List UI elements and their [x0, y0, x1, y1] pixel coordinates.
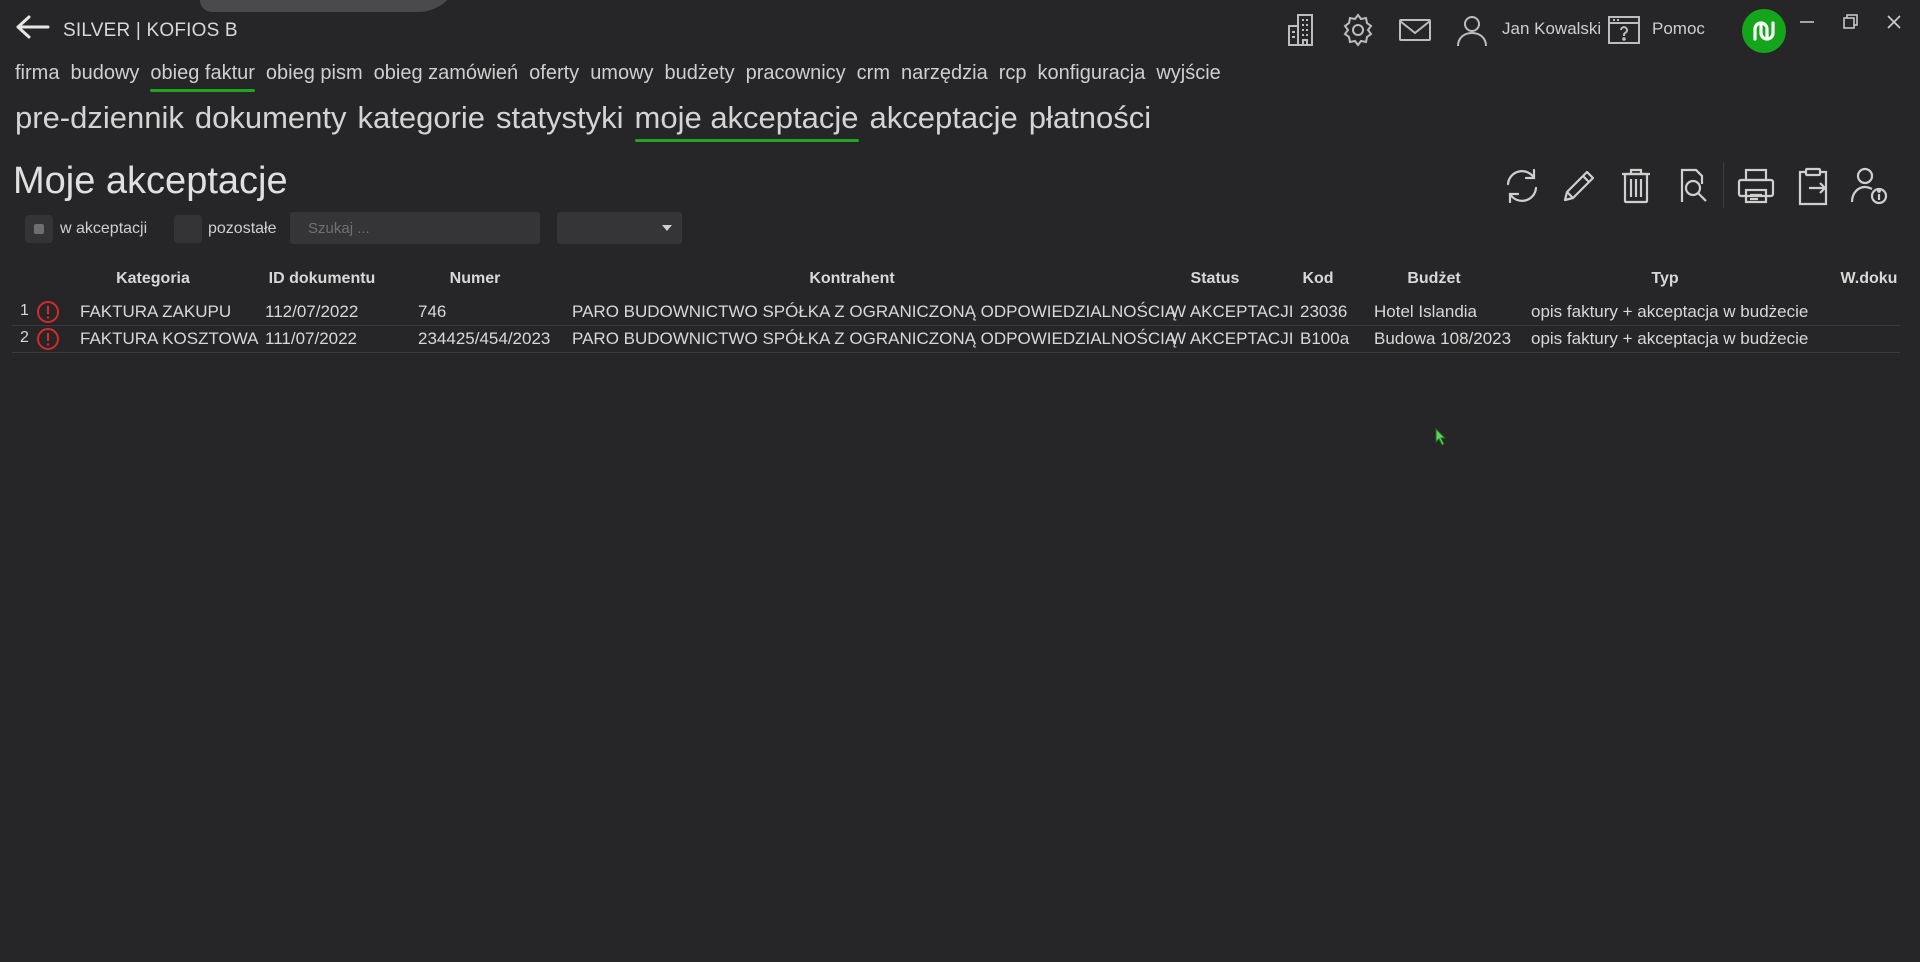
title-decoration — [200, 0, 460, 12]
tab-pre-dziennik[interactable]: pre-dziennik — [15, 100, 184, 136]
menu-item-firma[interactable]: firma — [15, 62, 59, 85]
other-checkbox[interactable] — [174, 215, 202, 243]
refresh-icon[interactable] — [1500, 164, 1544, 208]
column-header-status[interactable]: Status — [1191, 270, 1240, 288]
warning-circle-icon — [37, 328, 59, 350]
in-acceptance-label: w akceptacji — [60, 220, 148, 237]
cell-typ: opis faktury + akceptacja w budżecie — [1531, 302, 1809, 321]
building-icon[interactable] — [1284, 12, 1320, 48]
back-arrow-icon[interactable] — [14, 12, 54, 46]
page-title: Moje akceptacje — [13, 160, 288, 202]
help-window-icon[interactable] — [1606, 12, 1642, 48]
close-button[interactable] — [1874, 8, 1914, 36]
menu-item-budzety[interactable]: budżety — [665, 62, 735, 85]
sub-menu: pre-dziennik dokumenty kategorie statyst… — [15, 100, 1162, 142]
cell-numer: 234425/454/2023 — [418, 329, 551, 348]
column-header-kategoria[interactable]: Kategoria — [116, 270, 190, 288]
mail-icon[interactable] — [1397, 12, 1433, 48]
menu-item-konfiguracja[interactable]: konfiguracja — [1038, 62, 1146, 85]
column-header-id-dokumentu[interactable]: ID dokumentu — [269, 270, 376, 288]
row-number: 1 — [20, 302, 29, 319]
document-search-icon[interactable] — [1670, 164, 1714, 208]
mouse-cursor-icon — [1435, 428, 1447, 446]
cell-numer: 746 — [418, 302, 447, 321]
chevron-down-icon — [662, 225, 672, 231]
tab-platnosci[interactable]: płatności — [1029, 100, 1151, 136]
column-header-w-doku[interactable]: W.doku — [1841, 270, 1898, 288]
tab-kategorie[interactable]: kategorie — [358, 100, 486, 136]
menu-item-budowy[interactable]: budowy — [70, 62, 139, 85]
menu-item-obieg-pism[interactable]: obieg pism — [266, 62, 363, 85]
menu-item-rcp[interactable]: rcp — [999, 62, 1027, 85]
column-header-budzet[interactable]: Budżet — [1407, 270, 1460, 288]
warning-circle-icon — [37, 301, 59, 323]
tab-statystyki[interactable]: statystyki — [496, 100, 623, 136]
row-number: 2 — [20, 329, 29, 346]
tab-akceptacje[interactable]: akceptacje — [870, 100, 1018, 136]
cell-kategoria: FAKTURA ZAKUPU — [80, 302, 232, 321]
help-link[interactable]: Pomoc — [1652, 19, 1705, 39]
cell-kontrahent: PARO BUDOWNICTWO SPÓŁKA Z OGRANICZONĄ OD… — [572, 329, 1177, 348]
printer-icon[interactable] — [1734, 164, 1778, 208]
table-row[interactable]: 2 FAKTURA KOSZTOWA 111/07/2022 234425/45… — [12, 325, 1900, 353]
main-menu: firma budowy obieg faktur obieg pism obi… — [15, 62, 1232, 92]
trash-icon[interactable] — [1614, 164, 1658, 208]
cell-status: W AKCEPTACJI — [1170, 302, 1294, 321]
restore-button[interactable] — [1829, 8, 1869, 36]
cell-id-dokumentu: 111/07/2022 — [265, 329, 358, 348]
tab-dokumenty[interactable]: dokumenty — [195, 100, 347, 136]
tab-moje-akceptacje[interactable]: moje akceptacje — [634, 100, 859, 142]
menu-item-obieg-zamowien[interactable]: obieg zamówień — [374, 62, 519, 85]
menu-item-crm[interactable]: crm — [857, 62, 890, 85]
clipboard-export-icon[interactable] — [1791, 164, 1835, 208]
column-header-numer[interactable]: Numer — [450, 270, 501, 288]
search-input[interactable] — [290, 212, 540, 244]
cell-typ: opis faktury + akceptacja w budżecie — [1531, 329, 1809, 348]
checkbox-indeterminate-mark — [34, 224, 44, 234]
cell-kod: B100a — [1300, 329, 1350, 348]
user-info-icon[interactable] — [1847, 164, 1891, 208]
filter-select[interactable] — [557, 212, 682, 244]
cell-kategoria: FAKTURA KOSZTOWA — [80, 329, 259, 348]
cell-kod: 23036 — [1300, 302, 1348, 321]
in-acceptance-checkbox[interactable] — [25, 215, 53, 243]
column-header-kontrahent[interactable]: Kontrahent — [809, 270, 894, 288]
edit-pencil-icon[interactable] — [1557, 164, 1601, 208]
menu-item-oferty[interactable]: oferty — [529, 62, 579, 85]
cell-budzet: Budowa 108/2023 — [1374, 329, 1512, 348]
column-header-kod[interactable]: Kod — [1302, 270, 1333, 288]
toolbar-divider — [1723, 162, 1724, 208]
other-label: pozostałe — [208, 220, 277, 237]
brand-logo — [1742, 9, 1786, 53]
user-name[interactable]: Jan Kowalski — [1502, 19, 1601, 39]
cell-kontrahent: PARO BUDOWNICTWO SPÓŁKA Z OGRANICZONĄ OD… — [572, 302, 1177, 321]
column-header-typ[interactable]: Typ — [1651, 270, 1678, 288]
gear-icon[interactable] — [1340, 12, 1376, 48]
user-icon[interactable] — [1454, 12, 1490, 48]
menu-item-umowy[interactable]: umowy — [590, 62, 653, 85]
window-title: SILVER | KOFIOS B — [63, 20, 238, 41]
cell-id-dokumentu: 112/07/2022 — [265, 302, 359, 321]
cell-budzet: Hotel Islandia — [1374, 302, 1478, 321]
cell-status: W AKCEPTACJI — [1170, 329, 1294, 348]
menu-item-obieg-faktur[interactable]: obieg faktur — [150, 62, 255, 92]
menu-item-pracownicy[interactable]: pracownicy — [746, 62, 846, 85]
minimize-button[interactable] — [1787, 8, 1827, 36]
menu-item-wyjscie[interactable]: wyjście — [1156, 62, 1220, 85]
table-row[interactable]: 1 FAKTURA ZAKUPU 112/07/2022 746 PARO BU… — [12, 298, 1900, 326]
menu-item-narzedzia[interactable]: narzędzia — [901, 62, 988, 85]
